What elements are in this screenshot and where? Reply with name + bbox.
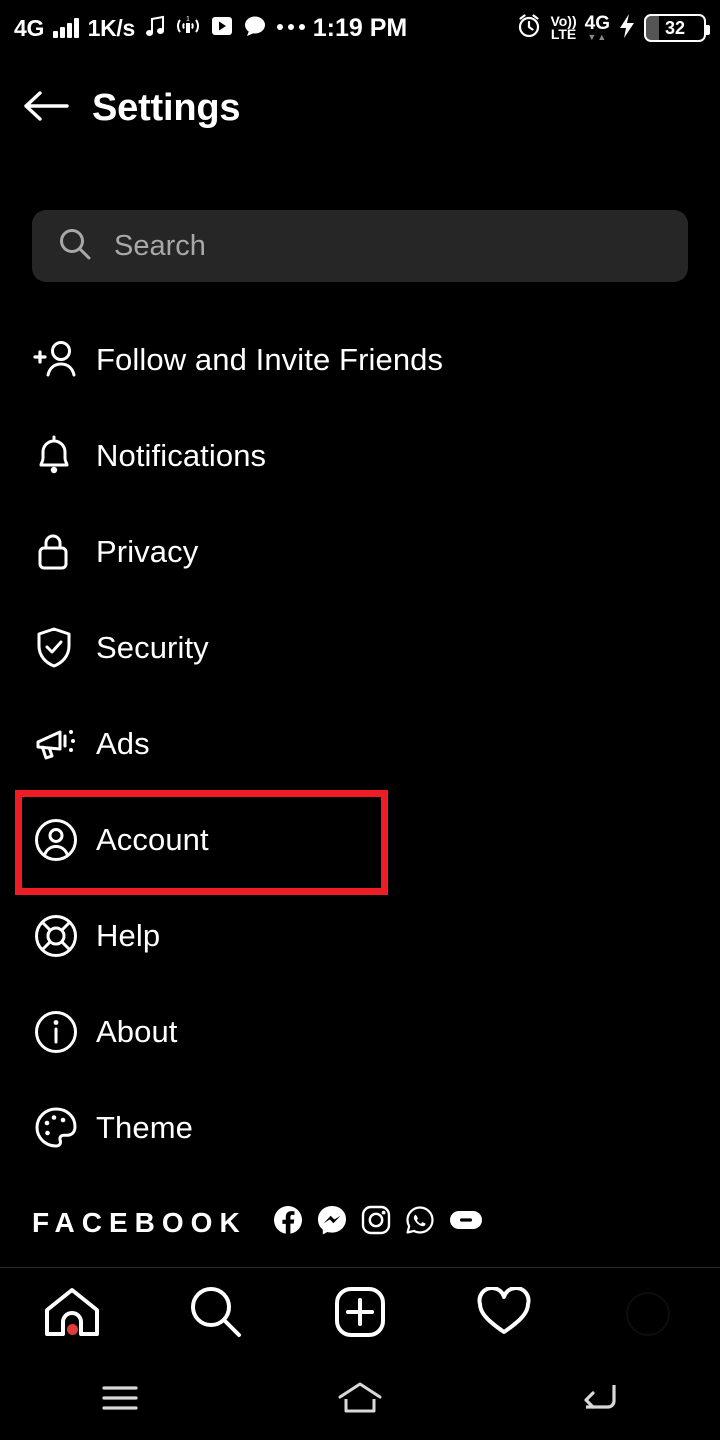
app-header: Settings xyxy=(0,56,720,160)
person-add-icon xyxy=(33,339,96,381)
signal-bars-icon xyxy=(53,18,79,38)
search-placeholder: Search xyxy=(114,229,206,262)
menu-item-notifications[interactable]: Notifications xyxy=(0,408,720,504)
search-tab[interactable] xyxy=(144,1285,288,1344)
portal-icon[interactable] xyxy=(449,1208,483,1237)
network-type-label: 4G xyxy=(14,14,45,41)
search-icon xyxy=(189,1285,243,1344)
bell-icon xyxy=(33,434,96,478)
shield-check-icon xyxy=(33,625,96,671)
alarm-clock-icon xyxy=(516,13,542,44)
battery-level-label: 32 xyxy=(664,17,686,38)
svg-text:1: 1 xyxy=(186,16,190,23)
settings-menu: Follow and Invite Friends Notifications … xyxy=(0,312,720,1176)
home-tab[interactable] xyxy=(0,1286,144,1343)
phone-screen: 4G 1K/s 1 1:19 PM Vo)) LTE 4G ▼▲ 32 Sett… xyxy=(0,0,720,1440)
menu-item-label: Account xyxy=(96,822,209,857)
menu-item-about[interactable]: About xyxy=(0,984,720,1080)
menu-item-label: Privacy xyxy=(96,534,199,569)
system-nav-bar xyxy=(0,1360,720,1440)
menu-item-label: Help xyxy=(96,918,161,953)
menu-item-help[interactable]: Help xyxy=(0,888,720,984)
battery-indicator: 32 xyxy=(644,14,710,42)
status-bar: 4G 1K/s 1 1:19 PM Vo)) LTE 4G ▼▲ 32 xyxy=(0,0,720,56)
menu-item-account[interactable]: Account xyxy=(0,792,720,888)
menu-item-label: Theme xyxy=(96,1110,193,1145)
play-video-icon xyxy=(210,15,234,42)
menu-item-label: Notifications xyxy=(96,438,267,473)
palette-icon xyxy=(33,1105,96,1151)
back-return-icon xyxy=(580,1381,620,1420)
search-bar[interactable]: Search xyxy=(32,210,688,282)
menu-item-label: Follow and Invite Friends xyxy=(96,342,444,377)
back-button[interactable] xyxy=(480,1381,720,1420)
menu-item-security[interactable]: Security xyxy=(0,600,720,696)
back-arrow-icon xyxy=(22,86,70,131)
life-ring-icon xyxy=(33,913,96,959)
search-icon xyxy=(58,227,92,266)
more-dots-icon xyxy=(276,19,306,37)
avatar-icon xyxy=(626,1292,670,1336)
back-button[interactable] xyxy=(0,86,92,131)
data-rate-label: 1K/s xyxy=(87,14,136,41)
menu-item-ads[interactable]: Ads xyxy=(0,696,720,792)
clock-label: 1:19 PM xyxy=(312,13,408,42)
menu-item-follow-and-invite-friends[interactable]: Follow and Invite Friends xyxy=(0,312,720,408)
activity-tab[interactable] xyxy=(432,1285,576,1342)
heart-icon xyxy=(476,1285,532,1342)
facebook-brand-label: FACEBOOK xyxy=(32,1206,247,1238)
facebook-icon[interactable] xyxy=(273,1205,303,1240)
recents-button[interactable] xyxy=(0,1384,240,1417)
menu-item-theme[interactable]: Theme xyxy=(0,1080,720,1176)
lock-icon xyxy=(33,530,96,574)
info-circle-icon xyxy=(33,1009,96,1055)
whatsapp-icon[interactable] xyxy=(405,1205,435,1240)
account-circle-icon xyxy=(33,817,96,863)
data-arrows-icon: ▼▲ xyxy=(587,31,608,42)
megaphone-icon xyxy=(33,723,96,765)
add-square-icon xyxy=(334,1286,386,1343)
profile-tab[interactable] xyxy=(576,1292,720,1336)
app-bottom-nav xyxy=(0,1268,720,1360)
home-outline-icon xyxy=(337,1381,383,1420)
nearby-share-icon: 1 xyxy=(175,14,201,43)
menu-item-privacy[interactable]: Privacy xyxy=(0,504,720,600)
volte-bottom-label: LTE xyxy=(550,26,577,42)
data-network-label: 4G xyxy=(584,13,610,35)
create-tab[interactable] xyxy=(288,1286,432,1343)
volte-indicator: Vo)) LTE xyxy=(550,14,577,42)
facebook-footer: FACEBOOK xyxy=(32,1205,483,1240)
home-badge-dot xyxy=(67,1323,78,1335)
instagram-icon[interactable] xyxy=(361,1205,391,1240)
chat-bubble-icon xyxy=(243,15,267,42)
search-input[interactable]: Search xyxy=(32,210,688,282)
messenger-icon[interactable] xyxy=(317,1205,347,1240)
data-network-indicator: 4G ▼▲ xyxy=(584,13,610,42)
menu-lines-icon xyxy=(102,1384,138,1417)
menu-item-label: About xyxy=(96,1014,178,1049)
menu-item-label: Ads xyxy=(96,726,150,761)
facebook-family-icons xyxy=(273,1205,483,1240)
status-bar-right: Vo)) LTE 4G ▼▲ 32 xyxy=(516,13,710,44)
charging-bolt-icon xyxy=(618,13,636,44)
music-note-icon xyxy=(144,14,166,43)
menu-item-label: Security xyxy=(96,630,209,665)
page-title: Settings xyxy=(92,86,241,129)
home-button[interactable] xyxy=(240,1381,480,1420)
status-bar-left: 4G 1K/s 1 xyxy=(14,14,306,43)
